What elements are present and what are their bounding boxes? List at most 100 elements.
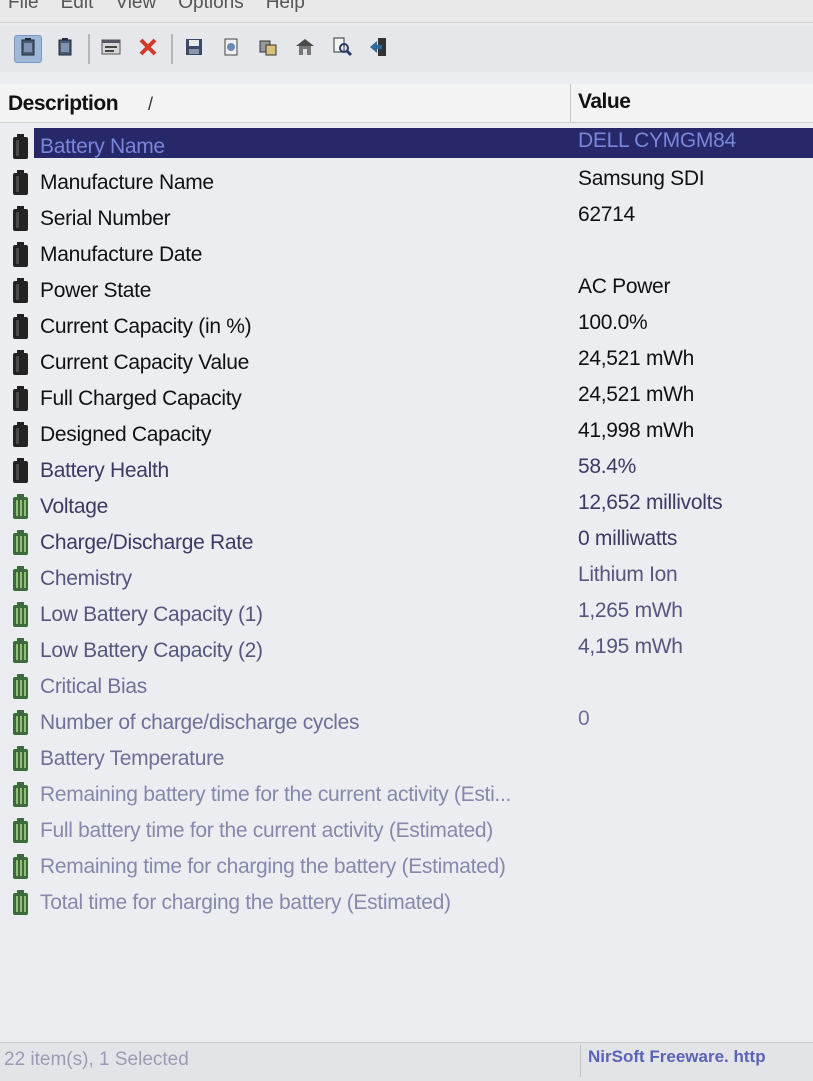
list-item[interactable]: Current Capacity Value 24,521 mWh <box>0 344 813 380</box>
status-item-count: 22 item(s), 1 Selected <box>4 1049 189 1070</box>
item-description: Battery Name <box>40 135 165 158</box>
status-divider <box>580 1045 581 1077</box>
item-description: Power State <box>40 279 152 302</box>
item-value: AC Power <box>578 275 671 298</box>
item-value: 24,521 mWh <box>578 347 695 370</box>
sort-indicator-icon: / <box>148 94 154 114</box>
battery-icon <box>12 386 29 412</box>
item-description: Current Capacity (in %) <box>40 315 252 338</box>
list-item[interactable]: Manufacture Name Samsung SDI <box>0 164 813 200</box>
battery-icon <box>12 242 29 268</box>
item-description: Charge/Discharge Rate <box>40 531 254 554</box>
battery-icon <box>12 422 29 448</box>
list-item[interactable]: Serial Number 62714 <box>0 200 813 236</box>
item-description: Battery Temperature <box>40 747 225 770</box>
toolbar-button-delete[interactable] <box>134 35 162 63</box>
item-description: Voltage <box>40 495 108 518</box>
column-header-value[interactable]: Value <box>578 90 631 114</box>
toolbar-button-exit[interactable] <box>365 35 393 63</box>
battery-icon <box>12 818 29 844</box>
list-item[interactable]: Voltage 12,652 millivolts <box>0 488 813 524</box>
menu-view[interactable]: View <box>107 0 170 14</box>
item-value: 0 <box>578 707 590 730</box>
battery-icon <box>12 206 29 232</box>
item-value: 100.0% <box>578 311 648 334</box>
toolbar-separator <box>171 34 173 64</box>
status-bar: 22 item(s), 1 Selected NirSoft Freeware.… <box>0 1042 813 1081</box>
list-item[interactable]: Manufacture Date <box>0 236 813 272</box>
item-value: 4,195 mWh <box>578 635 683 658</box>
list-item[interactable]: Current Capacity (in %) 100.0% <box>0 308 813 344</box>
item-value: 0 milliwatts <box>578 527 678 550</box>
menu-bar: File Edit View Options Help <box>0 0 813 23</box>
list-item[interactable]: Full Charged Capacity 24,521 mWh <box>0 380 813 416</box>
battery-icon <box>12 134 29 160</box>
toolbar-button-html-report[interactable] <box>217 35 245 63</box>
item-description: Number of charge/discharge cycles <box>40 711 360 734</box>
battery-icon <box>12 782 29 808</box>
list-item[interactable]: Total time for charging the battery (Est… <box>0 884 813 920</box>
list-item[interactable]: Remaining time for charging the battery … <box>0 848 813 884</box>
toolbar <box>0 26 813 72</box>
menu-file[interactable]: File <box>0 0 53 14</box>
battery-icon <box>12 710 29 736</box>
toolbar-button-properties[interactable] <box>97 35 125 63</box>
menu-help[interactable]: Help <box>258 0 319 14</box>
item-description: Designed Capacity <box>40 423 212 446</box>
item-description: Full Charged Capacity <box>40 387 242 410</box>
item-value: 58.4% <box>578 455 637 478</box>
find-icon <box>331 36 353 63</box>
toolbar-button-copy[interactable] <box>254 35 282 63</box>
item-description: Current Capacity Value <box>40 351 249 374</box>
column-header-description[interactable]: Description <box>8 92 119 116</box>
battery-icon <box>18 37 38 62</box>
item-value: 41,998 mWh <box>578 419 695 442</box>
list-item[interactable]: Designed Capacity 41,998 mWh <box>0 416 813 452</box>
toolbar-button-battery[interactable] <box>14 35 42 63</box>
list-item[interactable]: Battery Health 58.4% <box>0 452 813 488</box>
battery-icon <box>12 314 29 340</box>
battery-icon <box>12 674 29 700</box>
battery-info-list: Battery Name DELL CYMGM84 Manufacture Name… <box>0 128 813 920</box>
battery-icon <box>12 350 29 376</box>
list-item[interactable]: Number of charge/discharge cycles 0 <box>0 704 813 740</box>
item-description: Battery Health <box>40 459 169 482</box>
toolbar-button-save[interactable] <box>180 35 208 63</box>
battery-icon <box>12 278 29 304</box>
list-item[interactable]: Remaining battery time for the current a… <box>0 776 813 812</box>
item-value: Lithium Ion <box>578 563 678 586</box>
battery-icon <box>12 746 29 772</box>
item-value: DELL CYMGM84 <box>578 129 736 152</box>
menu-edit[interactable]: Edit <box>53 0 108 14</box>
item-description: Full battery time for the current activi… <box>40 819 493 842</box>
list-item[interactable]: Low Battery Capacity (1) 1,265 mWh <box>0 596 813 632</box>
list-item[interactable]: Critical Bias <box>0 668 813 704</box>
menu-options[interactable]: Options <box>170 0 257 14</box>
list-header: Description / Value <box>0 84 813 123</box>
battery-icon <box>12 602 29 628</box>
nirsoft-link[interactable]: NirSoft Freeware. http <box>588 1047 766 1067</box>
list-item[interactable]: Battery Name DELL CYMGM84 <box>0 128 813 164</box>
list-item[interactable]: Charge/Discharge Rate 0 milliwatts <box>0 524 813 560</box>
list-item[interactable]: Full battery time for the current activi… <box>0 812 813 848</box>
item-value: 24,521 mWh <box>578 383 695 406</box>
battery-icon <box>12 890 29 916</box>
list-item[interactable]: Power State AC Power <box>0 272 813 308</box>
battery-icon <box>12 566 29 592</box>
battery-icon <box>12 530 29 556</box>
item-description: Low Battery Capacity (2) <box>40 639 263 662</box>
toolbar-separator <box>88 34 90 64</box>
list-item[interactable]: Chemistry Lithium Ion <box>0 560 813 596</box>
item-description: Chemistry <box>40 567 132 590</box>
toolbar-button-find[interactable] <box>328 35 356 63</box>
copy-icon <box>257 37 279 62</box>
list-item[interactable]: Battery Temperature <box>0 740 813 776</box>
item-value: 1,265 mWh <box>578 599 683 622</box>
toolbar-button-refresh[interactable] <box>291 35 319 63</box>
battery-icon <box>12 494 29 520</box>
toolbar-button-battery[interactable] <box>51 35 79 63</box>
item-description: Remaining battery time for the current a… <box>40 783 512 806</box>
list-item[interactable]: Low Battery Capacity (2) 4,195 mWh <box>0 632 813 668</box>
exit-icon <box>368 36 390 63</box>
column-divider[interactable] <box>570 84 571 122</box>
